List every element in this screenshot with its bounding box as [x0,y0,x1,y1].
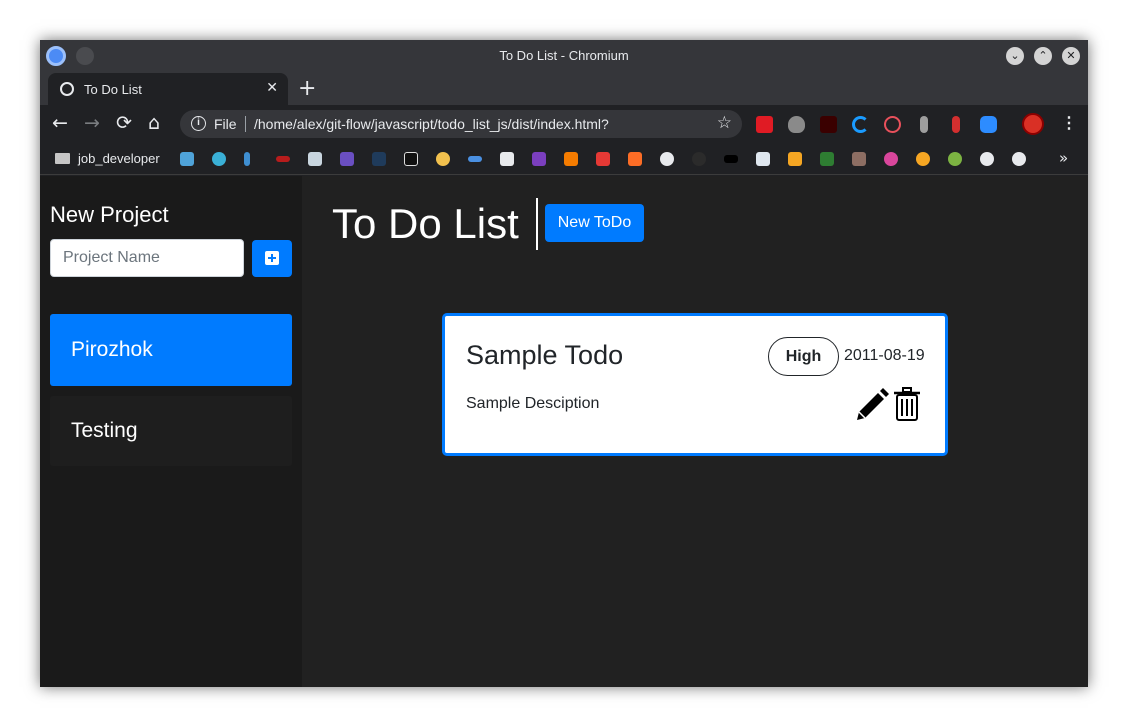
bookmark-favicon[interactable] [756,152,770,166]
close-window-button[interactable]: ✕ [1062,47,1080,65]
bookmark-favicon[interactable] [532,152,546,166]
title-bar: To Do List - Chromium ⌄ ⌃ ✕ [40,40,1088,72]
add-project-button[interactable] [252,240,292,277]
trash-icon[interactable] [893,387,921,422]
extension-icon[interactable] [852,116,869,133]
forward-button[interactable]: → [84,112,100,134]
bookmarks-overflow-button[interactable]: » [1059,149,1068,167]
back-button[interactable]: ← [52,112,68,134]
folder-icon [55,153,70,164]
bookmark-favicon[interactable] [692,152,706,166]
plus-square-icon [265,251,279,265]
pencil-icon[interactable] [855,388,889,422]
bookmark-favicon[interactable] [884,152,898,166]
project-item-testing[interactable]: Testing [50,396,292,466]
browser-menu-button[interactable]: ⋮ [1061,113,1077,133]
bookmark-folder-job-developer[interactable]: job_developer [78,151,160,166]
bookmark-favicon[interactable] [852,152,866,166]
bookmark-favicon[interactable] [628,152,642,166]
extension-icon[interactable] [952,116,960,133]
bookmark-favicon[interactable] [404,152,418,166]
home-button[interactable]: ⌂ [148,112,160,134]
address-bar[interactable]: i File /home/alex/git-flow/javascript/to… [180,110,742,138]
priority-badge: High [768,337,839,376]
browser-window: To Do List - Chromium ⌄ ⌃ ✕ To Do List ✕… [40,40,1088,687]
profile-avatar[interactable] [1022,113,1044,135]
todo-card[interactable]: Sample Todo High 2011-08-19 Sample Desci… [442,313,948,456]
new-project-title: New Project [50,202,169,227]
globe-icon[interactable] [1012,152,1026,166]
bookmark-favicon[interactable] [916,152,930,166]
project-name-input[interactable] [50,239,244,277]
bookmark-favicon[interactable] [948,152,962,166]
tab-label: To Do List [84,82,142,97]
bookmark-favicon[interactable] [724,155,738,163]
extension-icon[interactable] [920,116,928,133]
maximize-button[interactable]: ⌃ [1034,47,1052,65]
globe-icon[interactable] [980,152,994,166]
info-icon[interactable]: i [191,116,206,131]
url-scheme: File [214,116,246,132]
window-title: To Do List - Chromium [499,48,629,63]
extension-icon[interactable] [884,116,901,133]
page-content: New Project Pirozhok Testing To Do List … [40,176,1088,687]
bookmark-favicon[interactable] [500,152,514,166]
todo-description: Sample Desciption [466,395,600,412]
todo-title: Sample Todo [466,340,624,370]
browser-toolbar: ← → ⟳ ⌂ i File /home/alex/git-flow/javas… [40,105,1088,143]
extension-icon[interactable] [788,116,805,133]
reload-button[interactable]: ⟳ [116,112,132,134]
tab-todo-list[interactable]: To Do List ✕ [48,73,288,105]
tab-close-icon[interactable]: ✕ [266,80,278,96]
new-todo-button[interactable]: New ToDo [545,204,644,242]
url-text[interactable]: /home/alex/git-flow/javascript/todo_list… [254,116,609,132]
bookmark-favicon[interactable] [308,152,322,166]
minimize-button[interactable]: ⌄ [1006,47,1024,65]
new-tab-button[interactable]: + [298,76,316,101]
page-title: To Do List [332,198,538,250]
extension-icon[interactable] [756,116,773,133]
bookmark-favicon[interactable] [436,152,450,166]
bookmark-favicon[interactable] [596,152,610,166]
extension-icon[interactable] [980,116,997,133]
bookmark-favicon[interactable] [564,152,578,166]
bookmark-favicon[interactable] [820,152,834,166]
main-area: To Do List New ToDo Sample Todo High 201… [302,176,1088,687]
project-item-pirozhok[interactable]: Pirozhok [50,314,292,386]
bookmark-favicon[interactable] [212,152,226,166]
bookmarks-bar: job_developer » [40,143,1088,175]
bookmark-favicon[interactable] [180,152,194,166]
bookmark-favicon[interactable] [660,152,674,166]
due-date: 2011-08-19 [844,347,925,364]
bookmark-favicon[interactable] [468,156,482,162]
bookmark-favicon[interactable] [788,152,802,166]
extension-icon[interactable] [820,116,837,133]
globe-icon [60,82,74,96]
bookmark-favicon[interactable] [276,156,290,162]
star-icon[interactable]: ☆ [717,113,732,133]
tab-strip: To Do List ✕ + [40,72,1088,105]
bookmark-favicon[interactable] [340,152,354,166]
bookmark-favicon[interactable] [244,152,250,166]
sidebar: New Project Pirozhok Testing [40,176,302,687]
bookmark-favicon[interactable] [372,152,386,166]
